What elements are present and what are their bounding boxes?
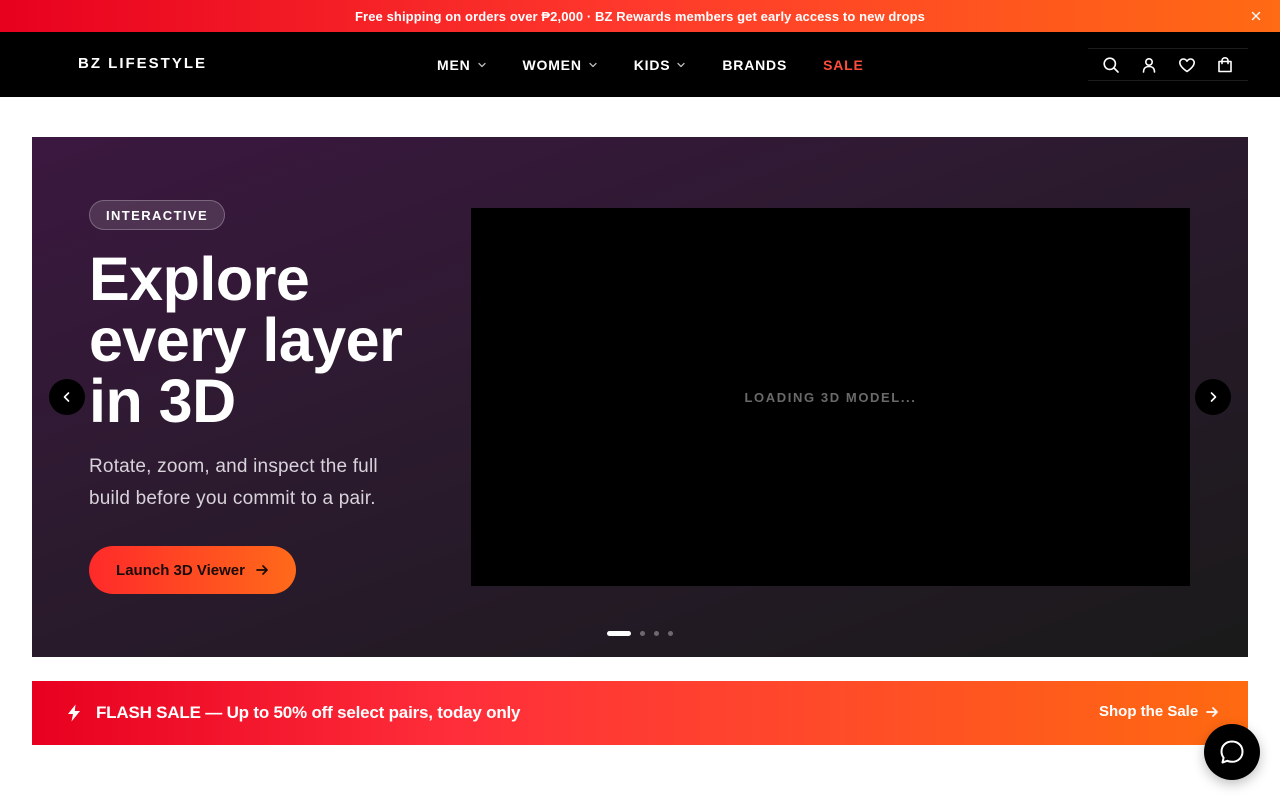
nav-item-label: SALE	[823, 56, 864, 73]
close-icon[interactable]	[1248, 8, 1264, 24]
nav-item-sale[interactable]: SALE	[823, 57, 864, 73]
nav-item-label: BRANDS	[722, 56, 788, 73]
chevron-down-icon	[677, 62, 686, 67]
nav-item-label: WOMEN	[522, 56, 582, 73]
search-icon[interactable]	[1101, 55, 1121, 75]
shop-the-sale-link[interactable]: Shop the Sale	[1099, 703, 1219, 720]
chevron-down-icon	[589, 62, 597, 67]
site-header: BZ LIFESTYLE MEN WOMEN KIDS BRANDS SALE	[0, 32, 1280, 97]
flash-sale-banner: FLASH SALE — Up to 50% off select pairs,…	[32, 681, 1248, 745]
chevron-right-icon	[1210, 392, 1217, 402]
chevron-left-icon	[63, 392, 70, 402]
nav-item-brands[interactable]: BRANDS	[722, 57, 787, 73]
carousel-dot[interactable]	[640, 631, 645, 636]
chat-button[interactable]	[1204, 724, 1260, 780]
launch-3d-viewer-button[interactable]: Launch 3D Viewer	[89, 546, 296, 594]
carousel-dot[interactable]	[654, 631, 659, 636]
carousel-dot[interactable]	[668, 631, 673, 636]
3d-viewer[interactable]: LOADING 3D MODEL...	[471, 208, 1190, 586]
arrow-right-icon	[256, 565, 268, 575]
hero-carousel: INTERACTIVE Explore every layer in 3D Ro…	[32, 137, 1248, 657]
wishlist-icon[interactable]	[1177, 55, 1197, 75]
account-icon[interactable]	[1139, 55, 1159, 75]
carousel-dots	[607, 631, 682, 636]
carousel-dot[interactable]	[607, 631, 631, 636]
announcement-bar: Free shipping on orders over ₱2,000 · BZ…	[0, 0, 1280, 32]
hero-title: Explore every layer in 3D	[89, 245, 403, 435]
main-nav: MEN WOMEN KIDS BRANDS SALE	[437, 32, 864, 97]
carousel-prev-button[interactable]	[49, 379, 85, 415]
hero-badge: INTERACTIVE	[89, 200, 226, 230]
nav-item-women[interactable]: WOMEN	[523, 57, 598, 73]
announcement-text: Free shipping on orders over ₱2,000 · BZ…	[355, 8, 925, 24]
chat-bubble-icon	[1220, 740, 1244, 764]
nav-item-label: MEN	[437, 56, 471, 73]
viewer-loading-text: LOADING 3D MODEL...	[744, 389, 917, 405]
hero-subtitle: Rotate, zoom, and inspect the full build…	[89, 456, 378, 509]
nav-item-label: KIDS	[633, 56, 671, 73]
carousel-next-button[interactable]	[1195, 379, 1231, 415]
lightning-icon	[68, 704, 80, 722]
nav-item-kids[interactable]: KIDS	[634, 57, 687, 73]
header-actions	[1088, 48, 1248, 81]
shop-the-sale-label: Shop the Sale	[1099, 703, 1199, 720]
nav-item-men[interactable]: MEN	[437, 57, 487, 73]
arrow-right-icon	[1206, 706, 1219, 717]
cart-icon[interactable]	[1215, 55, 1235, 75]
chevron-down-icon	[477, 62, 486, 67]
launch-3d-viewer-label: Launch 3D Viewer	[116, 561, 245, 579]
site-logo[interactable]: BZ LIFESTYLE	[78, 55, 207, 72]
flash-sale-text: FLASH SALE — Up to 50% off select pairs,…	[96, 703, 521, 722]
